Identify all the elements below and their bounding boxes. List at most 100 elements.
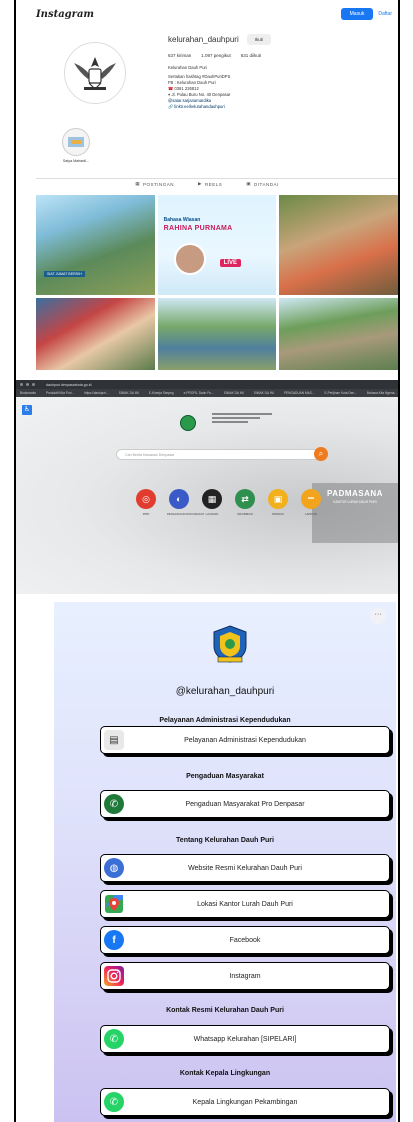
search-icon[interactable]: ⌕ (314, 447, 328, 461)
info-icon: ⇄ (235, 489, 255, 509)
story-highlight[interactable]: Satya Mahardi... (56, 128, 96, 163)
post-portrait (173, 243, 206, 275)
followers-count[interactable]: 1.097 pengikut (201, 53, 231, 58)
website-header-text (212, 413, 272, 425)
section-title: Tentang Kelurahan Dauh Puri (176, 837, 274, 844)
address-bar[interactable]: dauhpuri.denpasarkota.go.id (46, 383, 92, 387)
menu-lainnya[interactable]: ••• LAINNYA (299, 489, 323, 516)
complaint-icon: ◐ (169, 489, 189, 509)
website-logo[interactable] (180, 415, 196, 431)
live-badge: LIVE (219, 259, 241, 267)
browser-toolbar: dauhpuri.denpasarkota.go.id (16, 380, 398, 389)
section-title: Kontak Resmi Kelurahan Dauh Puri (166, 1007, 284, 1014)
bookmark-item[interactable]: Bahasa Kita Ngena... (367, 391, 397, 395)
globe-icon: ◍ (104, 858, 124, 878)
product-icon: ▣ (268, 489, 288, 509)
follow-button[interactable]: Ikuti (246, 34, 271, 45)
highlight-thumbnail (62, 128, 90, 156)
website-body: ♿ Cari Berita Kawasan Denpasar ⌕ PADMASA… (16, 397, 398, 594)
link-button-whatsapp-kaling[interactable]: ✆ Kepala Lingkungan Pekambingan (100, 1088, 390, 1116)
tab-tagged[interactable]: ▣ DITANDAI (246, 181, 278, 187)
tab-reels[interactable]: ▶ REELS (198, 181, 222, 187)
link-button-website[interactable]: ◍ Website Resmi Kelurahan Dauh Puri (100, 854, 390, 882)
bookmark-item[interactable]: e-PROFIL Dauh Pu... (184, 391, 214, 395)
map-pin-icon (104, 894, 124, 914)
highlight-label: Satya Mahardi... (62, 159, 90, 163)
website-screenshot: dauhpuri.denpasarkota.go.id Bookmarks Pr… (16, 380, 398, 594)
section-title: Pelayanan Administrasi Kependudukan (159, 717, 291, 724)
menu-ppid[interactable]: ◎ PPID (134, 489, 158, 516)
accessibility-icon[interactable]: ♿ (22, 405, 32, 415)
bookmark-item[interactable]: Bookmarks (20, 391, 36, 395)
post-thumbnail[interactable] (279, 298, 398, 370)
padmasana-sign: PADMASANA KANTOR LURAH DAUH PURI (312, 483, 398, 543)
bookmark-item[interactable]: E-Perijinan Kota Den... (324, 391, 356, 395)
document-icon: ▤ (104, 730, 124, 750)
complaint-icon: ✆ (104, 794, 124, 814)
link-button-whatsapp-kelurahan[interactable]: ✆ Whatsapp Kelurahan [SIPELARI] (100, 1025, 390, 1053)
reload-icon[interactable] (32, 383, 35, 386)
bookmark-item[interactable]: E-Kinerja Simpeg (149, 391, 174, 395)
screenshot-frame: Instagram Masuk Daftar kelurahan_dauhpur… (14, 0, 400, 1122)
website-menu-icons: ◎ PPID ◐ PENGADUAN MASYARAKAT ▦ LAYANAN ⇄ IN… (134, 489, 323, 516)
profile-username: kelurahan_dauhpuri (168, 35, 239, 44)
post-thumbnail[interactable]: Bahasa Wiasan RAHINA PURNAMA LIVE (157, 195, 277, 295)
link-button-facebook[interactable]: f Facebook (100, 926, 390, 954)
link-button-adminduk[interactable]: ▤ Pelayanan Administrasi Kependudukan (100, 726, 390, 754)
profile-handle: @kelurahan_dauhpuri (175, 686, 275, 697)
forward-icon[interactable] (26, 383, 29, 386)
back-icon[interactable] (20, 383, 23, 386)
profile-tabs: ▦ POSTINGAN ▶ REELS ▣ DITANDAI (16, 181, 398, 187)
section-title: Kontak Kepala Lingkungan (179, 1070, 271, 1077)
more-icon: ••• (301, 489, 321, 509)
post-caption: SIAT JUMAT BERSIH (44, 271, 85, 277)
section-title: Pengaduan Masyarakat (186, 773, 264, 780)
bookmark-item[interactable]: PENGADUAN MAS... (284, 391, 315, 395)
profile-avatar[interactable] (64, 42, 126, 104)
bio-link[interactable]: 🔗 linktr.ee/kelurahandauhpuri (168, 104, 388, 110)
post-thumbnail[interactable]: SIAT JUMAT BERSIH (36, 195, 155, 295)
link-button-pengaduan[interactable]: ✆ Pengaduan Masyarakat Pro Denpasar (100, 790, 390, 818)
kelurahan-logo-icon (212, 624, 248, 664)
menu-informasi[interactable]: ⇄ INFORMASI (233, 489, 257, 516)
reels-icon: ▶ (198, 181, 203, 186)
tab-divider (36, 178, 398, 179)
more-options-button[interactable]: ··· (370, 608, 386, 624)
ppid-icon: ◎ (136, 489, 156, 509)
facebook-icon: f (104, 930, 124, 950)
link-button-instagram[interactable]: Instagram (100, 962, 390, 990)
posts-count[interactable]: 637 kiriman (168, 53, 191, 58)
website-search-input[interactable]: Cari Berita Kawasan Denpasar (116, 449, 326, 460)
post-thumbnail[interactable] (36, 298, 155, 370)
link-button-location[interactable]: Lokasi Kantor Lurah Dauh Puri (100, 890, 390, 918)
menu-pengaduan[interactable]: ◐ PENGADUAN MASYARAKAT (167, 489, 204, 516)
signup-link[interactable]: Daftar (378, 11, 392, 17)
instagram-profile: Instagram Masuk Daftar kelurahan_dauhpur… (16, 0, 398, 372)
login-button[interactable]: Masuk (340, 8, 374, 20)
bookmarks-bar: Bookmarks Produktif Kita Puri... https:/… (16, 389, 398, 397)
instagram-icon (104, 966, 124, 986)
profile-stats: 637 kiriman 1.097 pengikut 631 diikuti (168, 53, 388, 58)
tab-posts[interactable]: ▦ POSTINGAN (135, 181, 174, 187)
post-thumbnail[interactable] (279, 195, 398, 295)
menu-produk[interactable]: ▣ PRODUK (266, 489, 290, 516)
link-in-bio-page: ··· @kelurahan_dauhpuri Pelayanan Admini… (54, 602, 396, 1122)
menu-layanan[interactable]: ▦ LAYANAN (200, 489, 224, 516)
whatsapp-icon: ✆ (104, 1092, 124, 1112)
bookmark-item[interactable]: SIMAK DA INI (254, 391, 274, 395)
tag-icon: ▣ (246, 181, 252, 186)
profile-info: kelurahan_dauhpuri Ikuti 637 kiriman 1.0… (168, 34, 388, 110)
post-thumbnail[interactable] (157, 298, 277, 370)
post-subtitle: Bahasa Wiasan (163, 217, 201, 223)
profile-bio: Kelurahan Dauh Puri Sertakan hashtag #Da… (168, 65, 388, 110)
bookmark-item[interactable]: SIMAK DA INI (119, 391, 139, 395)
whatsapp-icon: ✆ (104, 1029, 124, 1049)
instagram-logo[interactable]: Instagram (36, 9, 94, 20)
following-count[interactable]: 631 diikuti (241, 53, 261, 58)
bookmark-item[interactable]: SIMAK DA INI (224, 391, 244, 395)
garuda-emblem-icon (74, 57, 116, 90)
post-title: RAHINA PURNAMA (163, 225, 233, 232)
grid-icon: ▦ (135, 181, 141, 186)
bookmark-item[interactable]: Produktif Kita Puri... (46, 391, 74, 395)
bookmark-item[interactable]: https://dauhpuri... (84, 391, 109, 395)
